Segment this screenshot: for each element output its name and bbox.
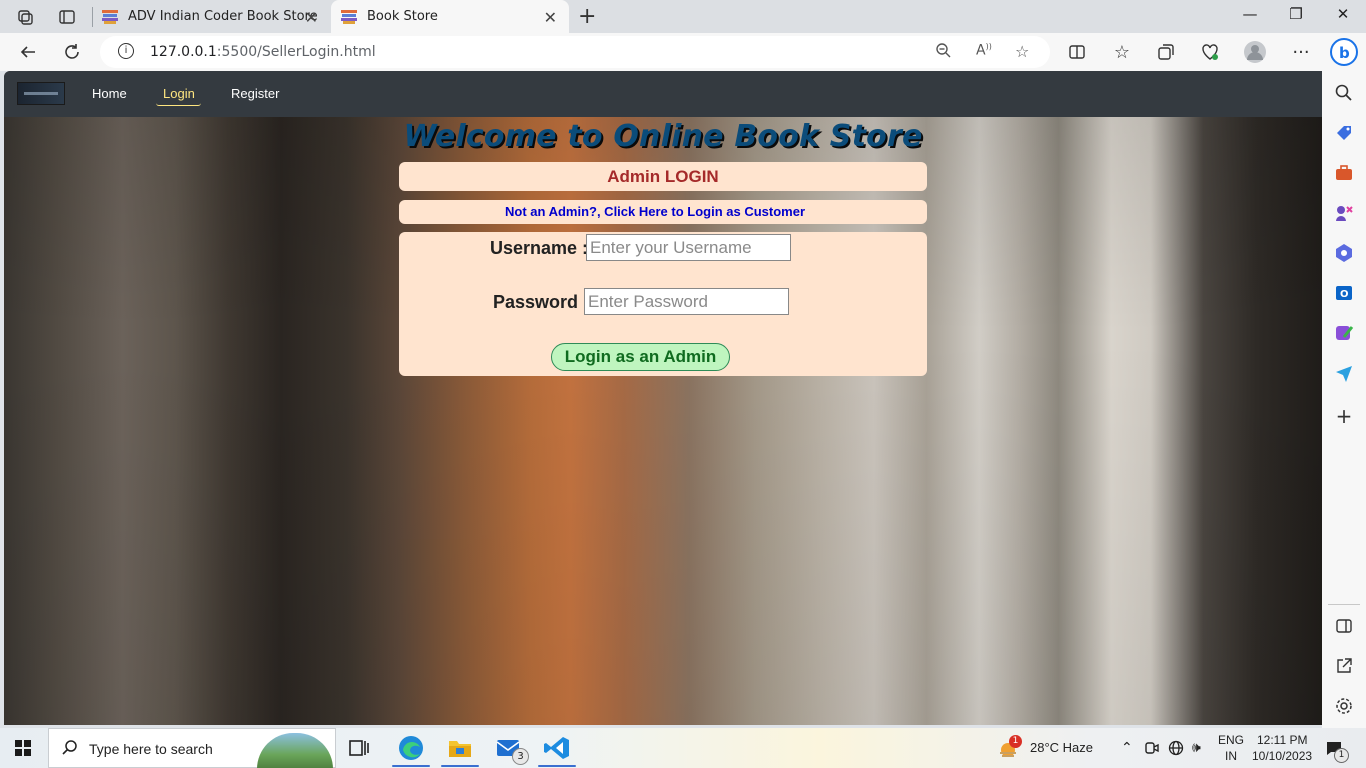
sidebar-add-icon[interactable]: +	[1334, 406, 1354, 427]
volume-icon[interactable]: 🕪	[1192, 740, 1201, 756]
vscode-icon[interactable]	[543, 734, 571, 762]
search-placeholder: Type here to search	[89, 741, 213, 757]
search-highlight-image	[257, 733, 333, 768]
refresh-icon[interactable]	[61, 41, 83, 63]
password-label: Password :	[493, 292, 590, 312]
nav-login[interactable]: Login	[163, 86, 195, 101]
zoom-out-icon[interactable]	[935, 42, 951, 62]
nav-active-indicator	[156, 103, 201, 106]
collections-icon[interactable]	[1155, 41, 1177, 63]
restore-icon[interactable]: ❐	[1273, 5, 1319, 23]
address-bar[interactable]: i 127.0.0.1:5500/SellerLogin.html A)) ☆	[100, 36, 1050, 68]
split-screen-icon[interactable]	[1066, 41, 1088, 63]
file-explorer-icon[interactable]	[446, 734, 474, 762]
username-label: Username :	[490, 238, 589, 258]
sidebar-send-icon[interactable]	[1334, 363, 1354, 383]
close-tab-icon[interactable]: ✕	[544, 8, 557, 27]
tab-book-store[interactable]: Book Store ✕	[331, 0, 569, 33]
book-favicon-icon	[341, 9, 357, 24]
favorite-star-icon[interactable]: ☆	[1015, 42, 1029, 61]
site-logo[interactable]	[17, 82, 65, 105]
svg-text:O: O	[1340, 289, 1349, 300]
nav-register[interactable]: Register	[231, 86, 279, 101]
profile-avatar-icon[interactable]	[1244, 41, 1266, 63]
edge-app-icon[interactable]	[397, 734, 425, 762]
windows-taskbar: Type here to search 3 1 28°C Haze ⌃ 🕪 EN…	[0, 728, 1366, 768]
sidebar-search-icon[interactable]	[1334, 83, 1354, 103]
nav-home[interactable]: Home	[92, 86, 127, 101]
close-tab-icon[interactable]: ✕	[305, 8, 318, 27]
panel-title-text: Admin LOGIN	[607, 167, 719, 186]
workspaces-icon[interactable]	[14, 6, 36, 28]
page-viewport: Home Login Register Welcome to Online Bo…	[4, 71, 1322, 725]
tab-title: ADV Indian Coder Book Store	[128, 9, 318, 24]
new-tab-icon[interactable]: +	[578, 4, 596, 29]
clock-date[interactable]: 10/10/2023	[1252, 749, 1312, 763]
customer-login-link[interactable]: Not an Admin?, Click Here to Login as Cu…	[383, 200, 927, 224]
username-input[interactable]	[586, 234, 791, 261]
url-text: 127.0.0.1:5500/SellerLogin.html	[150, 44, 376, 60]
sidebar-external-icon[interactable]	[1334, 656, 1354, 676]
admin-login-form: Username : Password : Login as an Admin	[399, 232, 927, 376]
back-icon[interactable]	[17, 41, 39, 63]
browser-essentials-icon[interactable]	[1199, 41, 1221, 63]
sidebar-outlook-icon[interactable]: O	[1334, 283, 1354, 303]
login-as-admin-button[interactable]: Login as an Admin	[551, 343, 730, 371]
meet-now-icon[interactable]	[1145, 740, 1159, 760]
svg-text:b: b	[1339, 44, 1350, 62]
notification-count-badge: 1	[1334, 748, 1349, 763]
clock-time[interactable]: 12:11 PM	[1257, 733, 1307, 747]
favorites-icon[interactable]: ☆	[1111, 41, 1133, 63]
sidebar-tools-icon[interactable]	[1334, 163, 1354, 183]
mail-badge: 3	[512, 748, 529, 765]
edge-sidebar: O +	[1322, 71, 1366, 728]
tab-adv-indian-coder[interactable]: ADV Indian Coder Book Store ✕	[92, 0, 330, 33]
url-host: 127.0.0.1	[150, 44, 217, 60]
browser-tab-strip: ADV Indian Coder Book Store ✕ Book Store…	[0, 0, 1366, 33]
close-window-icon[interactable]: ✕	[1320, 5, 1366, 23]
weather-alert-badge: 1	[1009, 735, 1022, 748]
book-favicon-icon	[102, 9, 118, 24]
show-hidden-icons-chevron-icon[interactable]: ⌃	[1121, 740, 1133, 756]
tab-title: Book Store	[367, 9, 438, 24]
minimize-icon[interactable]: —	[1227, 5, 1273, 23]
sidebar-settings-icon[interactable]	[1334, 696, 1354, 716]
tab-actions-icon[interactable]	[56, 6, 78, 28]
sidebar-shopping-icon[interactable]	[1334, 123, 1354, 143]
read-aloud-icon[interactable]: A))	[976, 42, 992, 59]
site-info-icon[interactable]: i	[118, 43, 134, 59]
browser-toolbar: i 127.0.0.1:5500/SellerLogin.html A)) ☆ …	[0, 33, 1366, 71]
site-navbar: Home Login Register	[4, 71, 1322, 117]
taskbar-search-box[interactable]: Type here to search	[48, 728, 336, 768]
sidebar-office-icon[interactable]	[1334, 243, 1354, 263]
sidebar-designer-icon[interactable]	[1334, 323, 1354, 343]
more-menu-icon[interactable]: ···	[1290, 41, 1312, 63]
page-heading: Welcome to Online Book Store	[403, 119, 923, 154]
weather-text[interactable]: 28°C Haze	[1030, 740, 1093, 755]
windows-start-icon[interactable]	[15, 740, 31, 756]
password-input[interactable]	[584, 288, 789, 315]
task-view-icon[interactable]	[347, 736, 375, 764]
copilot-icon[interactable]: b	[1330, 38, 1358, 66]
network-globe-icon[interactable]	[1168, 740, 1184, 760]
url-path: :5500/SellerLogin.html	[216, 44, 376, 60]
sidebar-games-icon[interactable]	[1334, 203, 1354, 223]
language-region[interactable]: IN	[1225, 749, 1237, 763]
sidebar-toggle-icon[interactable]	[1334, 616, 1354, 636]
search-icon	[61, 739, 79, 762]
language-code[interactable]: ENG	[1218, 733, 1244, 747]
customer-login-banner: Not an Admin?, Click Here to Login as Cu…	[399, 200, 927, 224]
admin-login-panel-title: Admin LOGIN	[399, 162, 927, 191]
